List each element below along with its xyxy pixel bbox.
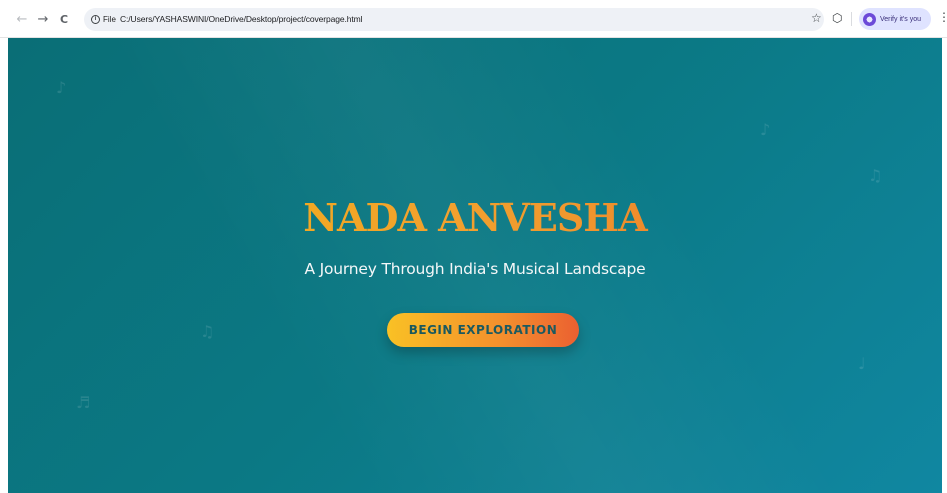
- music-note-icon: ♩: [858, 354, 866, 373]
- cover-page: ♪ ♪ ♫ ♫ ♬ ♩ NADA ANVESHA A Journey Throu…: [8, 38, 942, 493]
- music-note-icon: ♪: [56, 78, 67, 97]
- music-note-icon: ♫: [868, 166, 883, 185]
- menu-icon[interactable]: ⋮: [938, 10, 947, 24]
- page-subtitle: A Journey Through India's Musical Landsc…: [304, 260, 646, 278]
- toolbar-divider: [851, 12, 852, 26]
- site-info-button[interactable]: i File: [88, 11, 121, 28]
- info-icon: i: [91, 15, 100, 24]
- verify-profile-button[interactable]: Verify it's you: [859, 8, 931, 30]
- back-icon[interactable]: ←: [14, 11, 30, 27]
- reload-icon[interactable]: C: [56, 11, 72, 27]
- forward-icon[interactable]: →: [35, 11, 51, 27]
- begin-exploration-button[interactable]: BEGIN EXPLORATION: [387, 313, 579, 347]
- extensions-icon[interactable]: ⬡: [832, 11, 842, 25]
- page-title: NADA ANVESHA: [8, 195, 942, 240]
- music-note-icon: ♬: [76, 393, 91, 412]
- address-bar[interactable]: i File C:/Users/YASHASWINI/OneDrive/Desk…: [84, 8, 824, 31]
- url-text[interactable]: C:/Users/YASHASWINI/OneDrive/Desktop/pro…: [120, 14, 363, 24]
- music-note-icon: ♪: [760, 120, 771, 139]
- bookmark-star-icon[interactable]: ☆: [811, 11, 822, 25]
- verify-label: Verify it's you: [880, 15, 922, 23]
- profile-icon: [863, 12, 876, 26]
- music-note-icon: ♫: [200, 322, 215, 341]
- browser-toolbar: ← → C i File C:/Users/YASHASWINI/OneDriv…: [0, 0, 947, 38]
- site-info-label: File: [103, 15, 116, 24]
